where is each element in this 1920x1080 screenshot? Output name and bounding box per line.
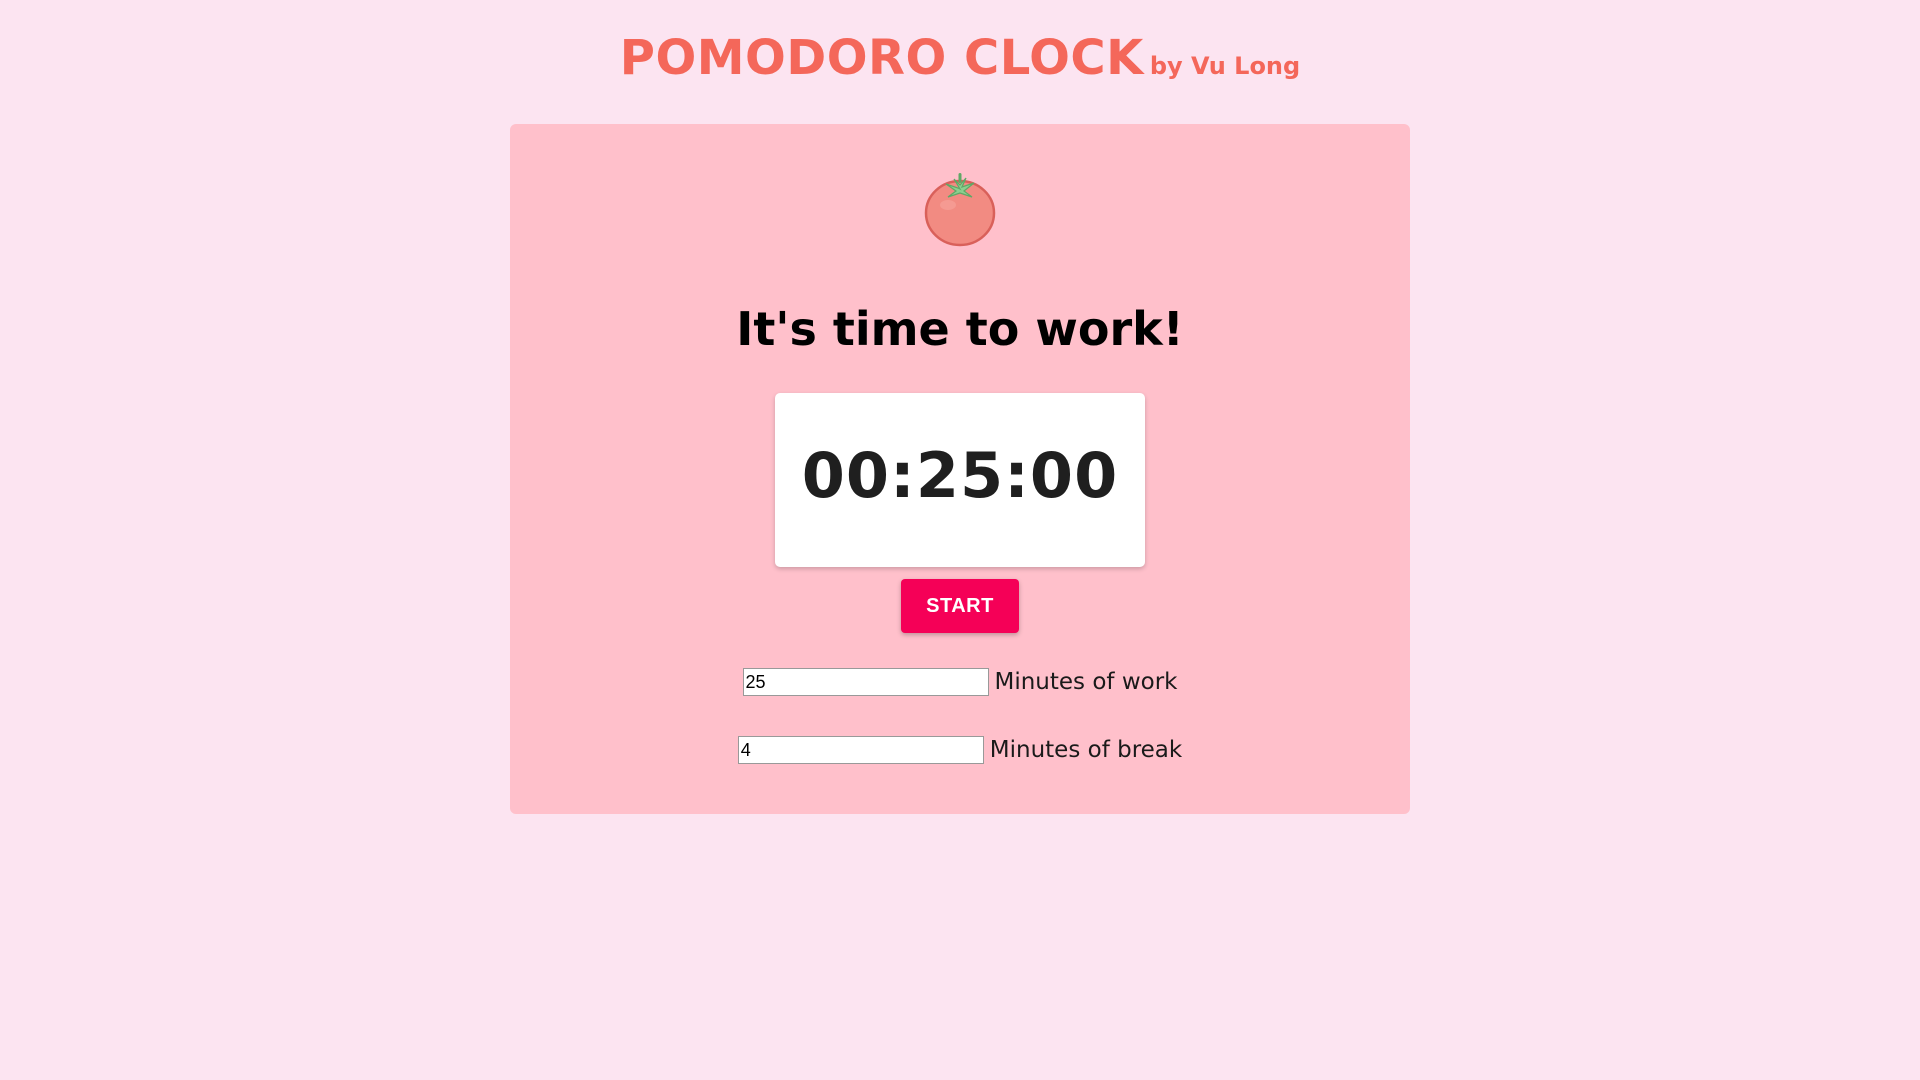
pomodoro-card: It's time to work! 00:25:00 START Minute… xyxy=(510,124,1410,814)
break-minutes-label: Minutes of break xyxy=(989,737,1183,763)
break-minutes-input[interactable] xyxy=(737,736,984,764)
work-minutes-label: Minutes of work xyxy=(994,669,1178,695)
work-minutes-input[interactable] xyxy=(742,668,989,696)
status-heading: It's time to work! xyxy=(736,302,1184,356)
author-byline: by Vu Long xyxy=(1149,52,1301,80)
timer-text: 00:25:00 xyxy=(801,439,1119,512)
page-title: POMODORO CLOCK xyxy=(619,30,1144,86)
break-minutes-row: Minutes of break xyxy=(510,736,1410,764)
start-button[interactable]: START xyxy=(901,579,1019,633)
work-minutes-row: Minutes of work xyxy=(510,668,1410,696)
timer-display: 00:25:00 xyxy=(775,393,1145,567)
tomato-icon xyxy=(924,173,996,247)
page-header: POMODORO CLOCK by Vu Long xyxy=(0,30,1920,86)
